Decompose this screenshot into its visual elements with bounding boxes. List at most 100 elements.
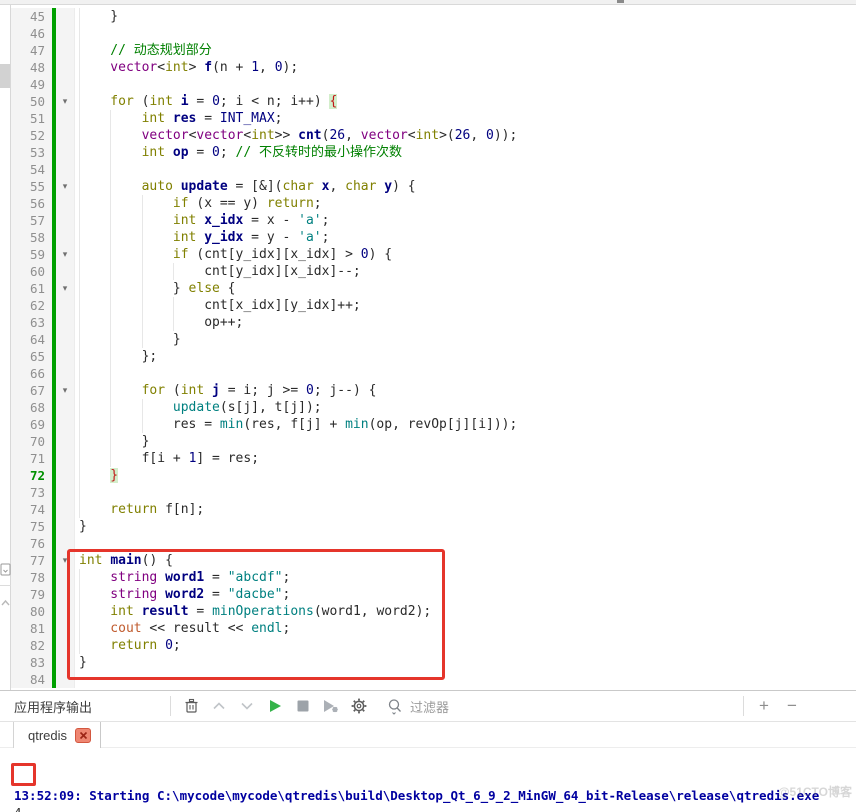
line-number[interactable]: 70 [11, 433, 52, 450]
line-number[interactable]: 69 [11, 416, 52, 433]
code-text[interactable]: } [75, 331, 856, 348]
code-text[interactable]: } [75, 8, 856, 25]
code-text[interactable]: vector<int> f(n + 1, 0); [75, 59, 856, 76]
line-number[interactable]: 59 [11, 246, 52, 263]
code-text[interactable]: cnt[x_idx][y_idx]++; [75, 297, 856, 314]
code-text[interactable]: string word1 = "abcdf"; [75, 569, 856, 586]
line-number[interactable]: 71 [11, 450, 52, 467]
line-number[interactable]: 46 [11, 25, 52, 42]
code-text[interactable]: cnt[y_idx][x_idx]--; [75, 263, 856, 280]
code-text[interactable]: int result = minOperations(word1, word2)… [75, 603, 856, 620]
code-text[interactable]: } [75, 433, 856, 450]
code-text[interactable]: if (x == y) return; [75, 195, 856, 212]
fold-marker-icon[interactable]: ▾ [56, 246, 75, 263]
settings-gear-icon[interactable] [345, 694, 373, 718]
line-number[interactable]: 84 [11, 671, 52, 688]
code-text[interactable]: int main() { [75, 552, 856, 569]
close-icon[interactable] [75, 727, 92, 743]
line-number[interactable]: 62 [11, 297, 52, 314]
line-number[interactable]: 50 [11, 93, 52, 110]
line-number[interactable]: 63 [11, 314, 52, 331]
line-number[interactable]: 68 [11, 399, 52, 416]
fold-marker-icon[interactable]: ▾ [56, 552, 75, 569]
zoom-out-button[interactable]: − [778, 694, 806, 718]
code-text[interactable] [75, 535, 856, 552]
code-text[interactable]: } [75, 467, 856, 484]
code-text[interactable] [75, 671, 856, 688]
line-number[interactable]: 66 [11, 365, 52, 382]
line-number[interactable]: 65 [11, 348, 52, 365]
code-text[interactable] [75, 484, 856, 501]
line-number[interactable]: 77 [11, 552, 52, 569]
line-number[interactable]: 60 [11, 263, 52, 280]
code-text[interactable]: string word2 = "dacbe"; [75, 586, 856, 603]
code-text[interactable] [75, 25, 856, 42]
code-text[interactable]: vector<vector<int>> cnt(26, vector<int>(… [75, 127, 856, 144]
code-text[interactable]: for (int i = 0; i < n; i++) { [75, 93, 856, 110]
line-number[interactable]: 82 [11, 637, 52, 654]
fold-marker-icon[interactable]: ▾ [56, 280, 75, 297]
line-number[interactable]: 57 [11, 212, 52, 229]
code-text[interactable] [75, 76, 856, 93]
code-editor[interactable]: 45} 46 47 // 动态规划部分 48 vector<int> f(n + 1, 0… [11, 5, 856, 690]
line-number[interactable]: 64 [11, 331, 52, 348]
code-text[interactable] [75, 365, 856, 382]
line-number[interactable]: 61 [11, 280, 52, 297]
code-text[interactable] [75, 161, 856, 178]
line-number[interactable]: 83 [11, 654, 52, 671]
line-number[interactable]: 67 [11, 382, 52, 399]
line-number[interactable]: 58 [11, 229, 52, 246]
code-text[interactable]: }; [75, 348, 856, 365]
code-text[interactable]: cout << result << endl; [75, 620, 856, 637]
line-number[interactable]: 48 [11, 59, 52, 76]
run-icon[interactable] [261, 694, 289, 718]
code-text[interactable]: // 动态规划部分 [75, 42, 856, 59]
line-number[interactable]: 78 [11, 569, 52, 586]
scrollbar-thumb[interactable] [0, 64, 10, 88]
zoom-in-button[interactable]: + [750, 694, 778, 718]
line-number[interactable]: 45 [11, 8, 52, 25]
line-number[interactable]: 53 [11, 144, 52, 161]
code-text[interactable]: update(s[j], t[j]); [75, 399, 856, 416]
prev-item-icon[interactable] [205, 694, 233, 718]
line-number[interactable]: 79 [11, 586, 52, 603]
next-item-icon[interactable] [233, 694, 261, 718]
clear-icon[interactable] [177, 694, 205, 718]
console-output[interactable]: 13:52:09: Starting C:\mycode\mycode\qtre… [0, 748, 856, 812]
code-text[interactable]: return 0; [75, 637, 856, 654]
line-number[interactable]: 74 [11, 501, 52, 518]
line-number[interactable]: 80 [11, 603, 52, 620]
line-number[interactable]: 72 [11, 467, 52, 484]
code-text[interactable]: } [75, 654, 856, 671]
code-text[interactable]: int x_idx = x - 'a'; [75, 212, 856, 229]
fold-marker-icon[interactable]: ▾ [56, 382, 75, 399]
code-text[interactable]: for (int j = i; j >= 0; j--) { [75, 382, 856, 399]
code-text[interactable]: int op = 0; // 不反转时的最小操作次数 [75, 144, 856, 161]
code-text[interactable]: } else { [75, 280, 856, 297]
code-text[interactable]: int res = INT_MAX; [75, 110, 856, 127]
code-text[interactable]: return f[n]; [75, 501, 856, 518]
line-number[interactable]: 81 [11, 620, 52, 637]
code-text[interactable]: f[i + 1] = res; [75, 450, 856, 467]
panel-toggle-icon[interactable] [0, 562, 11, 578]
code-text[interactable]: int y_idx = y - 'a'; [75, 229, 856, 246]
line-number[interactable]: 75 [11, 518, 52, 535]
line-number[interactable]: 52 [11, 127, 52, 144]
line-number[interactable]: 55 [11, 178, 52, 195]
code-text[interactable]: } [75, 518, 856, 535]
line-number[interactable]: 73 [11, 484, 52, 501]
tab-qtredis[interactable]: qtredis [13, 722, 102, 748]
scroll-up-icon[interactable] [0, 597, 11, 609]
run-debug-icon[interactable] [317, 694, 345, 718]
code-text[interactable]: op++; [75, 314, 856, 331]
fold-marker-icon[interactable]: ▾ [56, 178, 75, 195]
line-number[interactable]: 56 [11, 195, 52, 212]
line-number[interactable]: 51 [11, 110, 52, 127]
line-number[interactable]: 47 [11, 42, 52, 59]
filter-input[interactable]: 过滤器 [387, 697, 537, 716]
stop-icon[interactable] [289, 694, 317, 718]
line-number[interactable]: 49 [11, 76, 52, 93]
code-text[interactable]: auto update = [&](char x, char y) { [75, 178, 856, 195]
code-text[interactable]: res = min(res, f[j] + min(op, revOp[j][i… [75, 416, 856, 433]
fold-marker-icon[interactable]: ▾ [56, 93, 75, 110]
